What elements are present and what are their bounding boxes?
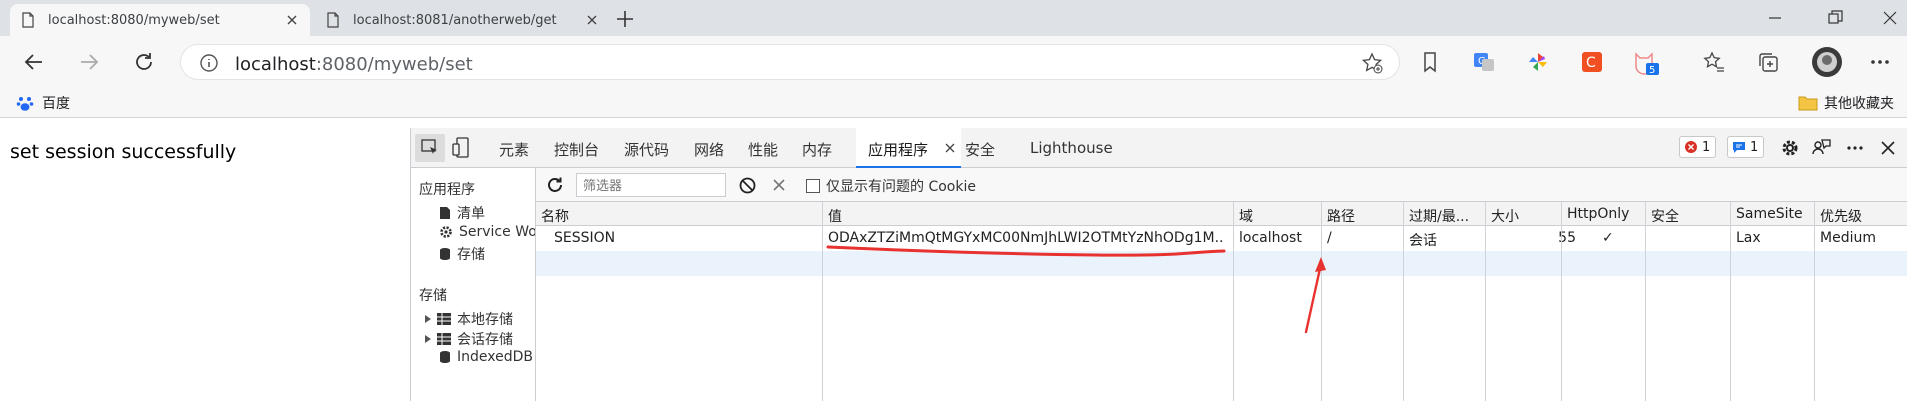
folder-icon xyxy=(1798,94,1818,112)
add-favorite-icon[interactable] xyxy=(1361,52,1383,74)
filter-input[interactable] xyxy=(576,173,726,197)
minimize-icon[interactable] xyxy=(1765,8,1785,28)
gear-icon xyxy=(439,225,453,239)
more-options-icon[interactable] xyxy=(1845,138,1865,158)
tab-network[interactable]: 网络 xyxy=(694,139,724,160)
table-grid-icon xyxy=(437,333,451,345)
sidebar-item-service-workers[interactable]: Service Wo xyxy=(439,224,535,240)
browser-tab[interactable]: localhost:8081/anotherweb/get xyxy=(315,4,610,36)
tab-strip: localhost:8080/myweb/set localhost:8081/… xyxy=(0,0,1907,36)
close-window-icon[interactable] xyxy=(1880,8,1900,28)
other-favorites-folder[interactable]: 其他收藏夹 xyxy=(1798,93,1894,113)
tab-memory[interactable]: 内存 xyxy=(802,139,832,160)
expand-arrow-icon xyxy=(425,315,431,323)
sidebar-item-local-storage[interactable]: 本地存储 xyxy=(425,309,513,329)
red-annotation-marks xyxy=(826,245,1326,334)
page-icon xyxy=(325,12,341,28)
browser-toolbar: localhost:8080/myweb/set G C 5 xyxy=(0,36,1907,88)
translate-extension-icon[interactable]: G xyxy=(1470,48,1498,76)
tab-application[interactable]: 应用程序 xyxy=(856,128,961,168)
devtools-tab-bar: 元素 控制台 源代码 网络 性能 内存 应用程序 安全 Lighthouse 1… xyxy=(411,128,1907,168)
bookmark-baidu[interactable]: 百度 xyxy=(16,93,70,113)
folder-label: 其他收藏夹 xyxy=(1824,96,1894,112)
expand-arrow-icon xyxy=(425,335,431,343)
sidebar-heading-storage: 存储 xyxy=(419,288,447,304)
feedback-icon[interactable] xyxy=(1811,138,1831,158)
bookmark-label: 百度 xyxy=(42,96,70,112)
devtools-panel: 元素 控制台 源代码 网络 性能 内存 应用程序 安全 Lighthouse 1… xyxy=(410,128,1907,401)
page-message: set session successfully xyxy=(10,141,237,163)
checkbox-box[interactable] xyxy=(806,179,820,193)
baidu-paw-icon xyxy=(16,94,34,112)
cat-extension-icon[interactable]: 5 xyxy=(1632,48,1660,76)
tab-lighthouse[interactable]: Lighthouse xyxy=(1030,139,1113,157)
messages-badge[interactable]: 1 xyxy=(1727,136,1765,158)
sidebar-item-storage-overview[interactable]: 存储 xyxy=(439,244,485,264)
tab-security[interactable]: 安全 xyxy=(965,139,995,160)
more-menu-icon[interactable] xyxy=(1866,48,1894,76)
sidebar-heading-application: 应用程序 xyxy=(419,182,475,198)
favorites-icon[interactable] xyxy=(1700,48,1728,76)
tab-application-label: 应用程序 xyxy=(868,141,929,159)
new-tab-button[interactable] xyxy=(614,8,636,30)
delete-selected-icon[interactable] xyxy=(772,178,786,192)
info-icon[interactable] xyxy=(199,53,219,73)
device-toolbar-icon[interactable] xyxy=(451,137,471,159)
back-button[interactable] xyxy=(20,48,48,76)
table-grid-icon xyxy=(437,313,451,325)
inspect-element-icon[interactable] xyxy=(415,134,445,162)
error-icon xyxy=(1684,140,1698,154)
errors-count: 1 xyxy=(1702,139,1711,155)
pinwheel-extension-icon[interactable] xyxy=(1524,48,1552,76)
document-icon xyxy=(439,206,451,220)
url-text: localhost:8080/myweb/set xyxy=(235,54,473,75)
close-devtools-icon[interactable] xyxy=(1879,139,1897,157)
message-icon xyxy=(1732,140,1746,154)
close-tab-icon[interactable] xyxy=(584,12,600,28)
bookmarks-bar: 百度 其他收藏夹 xyxy=(0,88,1907,118)
sidebar-item-session-storage[interactable]: 会话存储 xyxy=(425,329,513,349)
reading-list-icon[interactable] xyxy=(1416,48,1444,76)
tab-elements[interactable]: 元素 xyxy=(499,139,529,160)
tab-performance[interactable]: 性能 xyxy=(748,139,778,160)
sidebar-item-indexeddb[interactable]: IndexedDB xyxy=(439,349,533,365)
only-issues-checkbox[interactable]: 仅显示有问题的 Cookie xyxy=(806,176,976,196)
tab-title: localhost:8080/myweb/set xyxy=(48,12,220,28)
cookie-table: 名称 值 域 路径 过期/最... 大小 HttpOnly 安全 SameSit… xyxy=(536,202,1907,401)
application-sidebar: 应用程序 清单 Service Wo 存储 存储 本地存储 会话存储 Index… xyxy=(411,168,536,401)
only-issues-label: 仅显示有问题的 Cookie xyxy=(826,179,976,195)
sidebar-item-manifest[interactable]: 清单 xyxy=(439,203,485,223)
cookie-toolbar: 仅显示有问题的 Cookie xyxy=(536,168,1907,202)
address-bar[interactable]: localhost:8080/myweb/set xyxy=(180,44,1400,80)
refresh-icon[interactable] xyxy=(546,176,564,194)
tab-sources[interactable]: 源代码 xyxy=(624,139,669,160)
database-icon xyxy=(439,350,451,364)
forward-button[interactable] xyxy=(75,48,103,76)
database-icon xyxy=(439,247,451,261)
page-icon xyxy=(20,12,36,28)
refresh-button[interactable] xyxy=(130,48,158,76)
clear-all-icon[interactable] xyxy=(739,177,756,194)
restore-icon[interactable] xyxy=(1825,8,1845,28)
tab-console[interactable]: 控制台 xyxy=(554,139,599,160)
errors-badge[interactable]: 1 xyxy=(1679,136,1717,158)
browser-tab-active[interactable]: localhost:8080/myweb/set xyxy=(10,4,310,36)
c-extension-icon[interactable]: C xyxy=(1578,48,1606,76)
close-tab-icon[interactable] xyxy=(284,12,300,28)
settings-gear-icon[interactable] xyxy=(1780,138,1800,158)
extension-badge-count: 5 xyxy=(1649,65,1655,76)
avatar[interactable] xyxy=(1810,45,1844,79)
svg-text:C: C xyxy=(1586,55,1596,71)
close-tab-icon[interactable] xyxy=(944,142,956,154)
messages-count: 1 xyxy=(1750,139,1759,155)
collections-icon[interactable] xyxy=(1754,48,1782,76)
tab-title: localhost:8081/anotherweb/get xyxy=(353,12,557,28)
